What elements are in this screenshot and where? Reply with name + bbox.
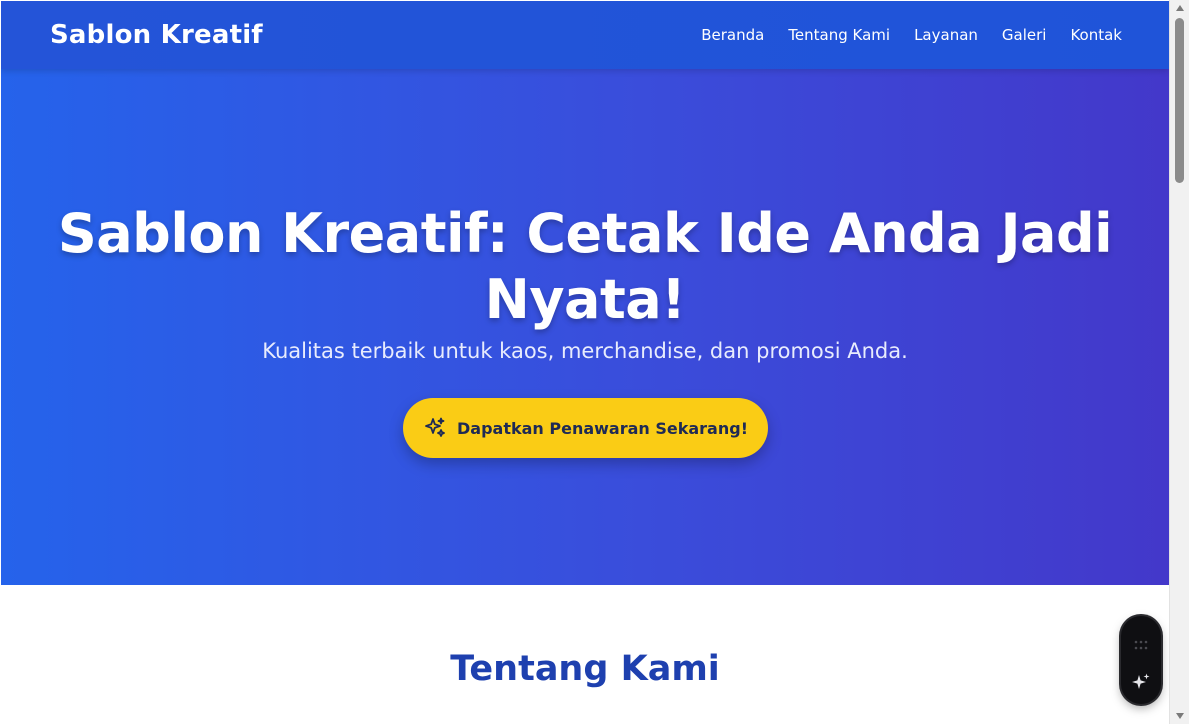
scroll-down-icon[interactable] (1176, 713, 1184, 719)
nav-link-layanan[interactable]: Layanan (914, 26, 978, 44)
nav-link-beranda[interactable]: Beranda (701, 26, 764, 44)
brand-logo[interactable]: Sablon Kreatif (50, 20, 263, 50)
ai-sparkle-icon[interactable] (1131, 672, 1151, 692)
hero-title: Sablon Kreatif: Cetak Ide Anda Jadi Nyat… (57, 202, 1113, 331)
hero-section: Sablon Kreatif: Cetak Ide Anda Jadi Nyat… (1, 69, 1169, 585)
floating-assistant-widget[interactable] (1121, 616, 1161, 704)
cta-button[interactable]: Dapatkan Penawaran Sekarang! (403, 398, 768, 458)
scroll-thumb[interactable] (1175, 18, 1184, 183)
cta-label: Dapatkan Penawaran Sekarang! (456, 418, 748, 438)
nav-link-galeri[interactable]: Galeri (1002, 26, 1047, 44)
about-title: Tentang Kami (450, 649, 720, 689)
nav-links: Beranda Tentang Kami Layanan Galeri Kont… (701, 26, 1122, 44)
sparkle-icon (423, 416, 447, 440)
vertical-scrollbar[interactable] (1169, 0, 1189, 724)
about-section: Tentang Kami (1, 585, 1169, 724)
page-viewport: Sablon Kreatif Beranda Tentang Kami Laya… (1, 1, 1169, 724)
nav-link-kontak[interactable]: Kontak (1070, 26, 1122, 44)
hero-subtitle: Kualitas terbaik untuk kaos, merchandise… (262, 339, 908, 363)
navbar: Sablon Kreatif Beranda Tentang Kami Laya… (1, 1, 1169, 69)
nav-link-tentang-kami[interactable]: Tentang Kami (788, 26, 890, 44)
grip-icon[interactable] (1134, 635, 1148, 650)
scroll-up-icon[interactable] (1176, 5, 1184, 11)
